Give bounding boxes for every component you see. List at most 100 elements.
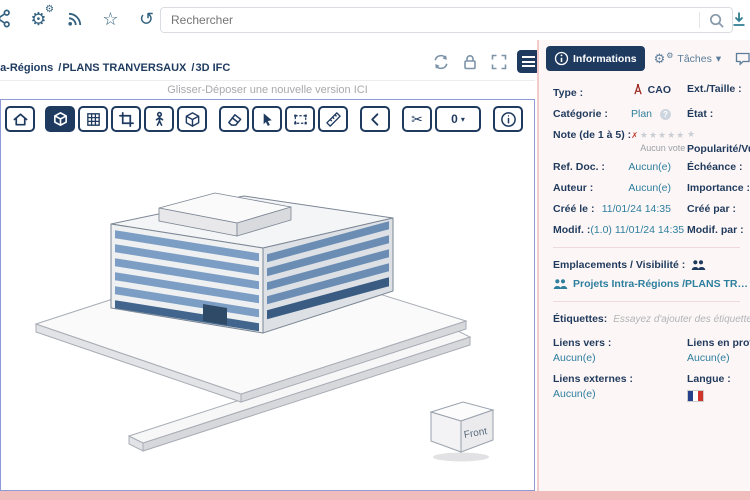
field-createdby-label: Créé par : bbox=[687, 203, 737, 215]
toolbar-walkthrough-button[interactable] bbox=[144, 106, 174, 132]
chevron-down-icon: ▾ bbox=[715, 52, 722, 65]
info-circle-icon bbox=[554, 51, 569, 66]
toolbar-pointer-button[interactable] bbox=[252, 106, 282, 132]
search-bar bbox=[160, 7, 733, 33]
toolbar-crop-button[interactable] bbox=[111, 106, 141, 132]
field-links-from-value: Aucun(e) bbox=[687, 352, 730, 364]
toolbar-info-button[interactable] bbox=[493, 106, 523, 132]
bottom-status-strip bbox=[0, 491, 750, 500]
search-input[interactable] bbox=[161, 13, 699, 27]
ifc-viewer[interactable]: ✂ 0 ▾ Front bbox=[0, 99, 535, 491]
top-bar-icons: ⚙ ⚙ ☆ ↺ bbox=[0, 4, 157, 29]
fullscreen-icon[interactable] bbox=[488, 51, 509, 72]
panel-body: Type : CAO Ext./Taille : Catégorie : Pla… bbox=[539, 75, 750, 402]
rating-stars[interactable]: ✗ ★★★★★ bbox=[631, 129, 685, 141]
location-breadcrumb-link[interactable]: Projets Intra-Régions /PLANS TRANVERSAUX… bbox=[553, 278, 749, 290]
toolbar-3d-box-button[interactable] bbox=[177, 106, 207, 132]
caret-down-icon: ▾ bbox=[460, 114, 465, 124]
field-external-links-label: Liens externes : bbox=[553, 373, 633, 385]
toolbar-home-button[interactable] bbox=[5, 106, 35, 132]
toolbar-region-select-button[interactable] bbox=[285, 106, 315, 132]
field-importance-label: Importance : bbox=[687, 182, 750, 194]
panel-tabs: Informations ⚙⚙ Tâches ▾ Commentaires bbox=[539, 40, 750, 75]
field-links-to-value: Aucun(e) bbox=[553, 352, 596, 364]
help-badge[interactable]: ? bbox=[660, 108, 671, 120]
field-refdoc-label: Ref. Doc. : bbox=[553, 161, 605, 173]
field-note-label: Note (de 1 à 5) : bbox=[553, 129, 632, 141]
panel-divider bbox=[553, 301, 740, 302]
field-category-label: Catégorie : bbox=[553, 108, 608, 120]
top-bar: ⚙ ⚙ ☆ ↺ bbox=[0, 0, 750, 42]
field-tags-label: Étiquettes: bbox=[553, 313, 608, 325]
scissors-icon: ✂ bbox=[411, 111, 423, 127]
cad-compass-icon bbox=[633, 83, 642, 95]
breadcrumb-separator: / bbox=[58, 62, 62, 74]
favorite-star-icon[interactable]: ☆ bbox=[100, 8, 121, 29]
toolbar-collapse-button[interactable] bbox=[360, 106, 390, 132]
history-icon[interactable]: ↺ bbox=[136, 8, 157, 29]
viewer-toolbar: ✂ 0 ▾ bbox=[5, 106, 523, 132]
comment-bubble-icon bbox=[735, 52, 750, 66]
field-locations-label: Emplacements / Visibilité : bbox=[553, 259, 686, 271]
toolbar-counter-dropdown[interactable]: 0 ▾ bbox=[435, 106, 481, 132]
app-window: ⚙ ⚙ ☆ ↺ Rechercher a-Régions /PLANS TRAN… bbox=[0, 0, 750, 500]
field-links-from-label: Liens en provenance : bbox=[687, 337, 750, 349]
toolbar-cube-view-button[interactable] bbox=[45, 106, 75, 132]
field-state-label: État : bbox=[687, 108, 714, 120]
field-modified-label: Modif. : bbox=[553, 224, 591, 236]
field-modified-value: (1.0) 11/01/24 14:35 bbox=[590, 224, 685, 236]
search-icon[interactable] bbox=[700, 12, 732, 29]
breadcrumb-item-folder[interactable]: PLANS TRANVERSAUX bbox=[62, 62, 186, 74]
panel-divider bbox=[553, 247, 740, 248]
tab-informations[interactable]: Informations bbox=[546, 46, 645, 71]
share-icon[interactable] bbox=[0, 8, 13, 29]
french-flag-icon bbox=[687, 390, 704, 402]
field-category-value: Plan ? bbox=[631, 108, 671, 120]
field-author-label: Auteur : bbox=[553, 182, 594, 194]
breadcrumb-item-current: 3D IFC bbox=[195, 62, 231, 74]
breadcrumb: Projets Intra-Régions/PLANS TRANVERSAUX/… bbox=[0, 62, 230, 74]
document-info-panel: Informations ⚙⚙ Tâches ▾ Commentaires Ty… bbox=[537, 40, 750, 492]
users-icon bbox=[691, 260, 706, 270]
small-gear-icon: ⚙ bbox=[45, 4, 54, 15]
field-author-value: Aucun(e) bbox=[628, 182, 671, 194]
version-dropzone[interactable]: Glisser-Déposer une nouvelle version ICI bbox=[0, 80, 535, 99]
rss-feed-icon[interactable] bbox=[64, 8, 85, 29]
popularity-star-icon: ★ bbox=[687, 129, 697, 139]
field-type-value: CAO bbox=[632, 83, 671, 96]
viewer-controls bbox=[430, 50, 540, 73]
users-icon bbox=[553, 279, 568, 289]
tab-taches[interactable]: ⚙ ⚙ Tâches ▾ bbox=[649, 47, 727, 70]
toolbar-section-cut-button[interactable]: ✂ bbox=[402, 106, 432, 132]
settings-gear-icon[interactable]: ⚙ ⚙ bbox=[28, 4, 54, 29]
breadcrumb-separator: / bbox=[191, 62, 195, 74]
field-language-label: Langue : bbox=[687, 373, 731, 385]
tasks-gear-small-icon: ⚙ bbox=[666, 51, 674, 60]
download-icon[interactable] bbox=[730, 10, 748, 28]
field-created-value: 11/01/24 14:35 bbox=[601, 203, 671, 215]
view-navigation-cube[interactable]: Front bbox=[425, 394, 501, 464]
field-type-label: Type : bbox=[553, 87, 584, 99]
tasks-gear-icon: ⚙ bbox=[653, 51, 666, 66]
field-external-links-value: Aucun(e) bbox=[553, 388, 596, 400]
toolbar-ruler-button[interactable] bbox=[318, 106, 348, 132]
field-refdoc-value: Aucun(e) bbox=[628, 161, 671, 173]
tab-taches-label: Tâches bbox=[677, 52, 712, 65]
lock-icon[interactable] bbox=[459, 51, 480, 72]
toolbar-grid-button[interactable] bbox=[78, 106, 108, 132]
field-ext-label: Ext./Taille : bbox=[687, 83, 742, 95]
field-note-empty: Aucun vote bbox=[640, 143, 686, 153]
field-due-label: Échéance : bbox=[687, 161, 743, 173]
field-created-label: Créé le : bbox=[553, 203, 595, 215]
tags-placeholder[interactable]: Essayez d'ajouter des étiquettes depuis bbox=[613, 314, 750, 325]
field-modifiedby-label: Modif. par : bbox=[687, 224, 744, 236]
tab-informations-label: Informations bbox=[573, 52, 637, 65]
counter-value: 0 bbox=[451, 112, 458, 126]
sync-icon[interactable] bbox=[430, 51, 451, 72]
breadcrumb-item-project[interactable]: Projets Intra-Régions bbox=[0, 62, 53, 74]
toolbar-eraser-button[interactable] bbox=[219, 106, 249, 132]
field-popularity-label: Popularité/Vues : bbox=[687, 143, 750, 155]
clear-vote-icon[interactable]: ✗ bbox=[631, 131, 638, 140]
field-links-to-label: Liens vers : bbox=[553, 337, 612, 349]
tab-commentaires[interactable]: Commentaires bbox=[730, 46, 750, 71]
